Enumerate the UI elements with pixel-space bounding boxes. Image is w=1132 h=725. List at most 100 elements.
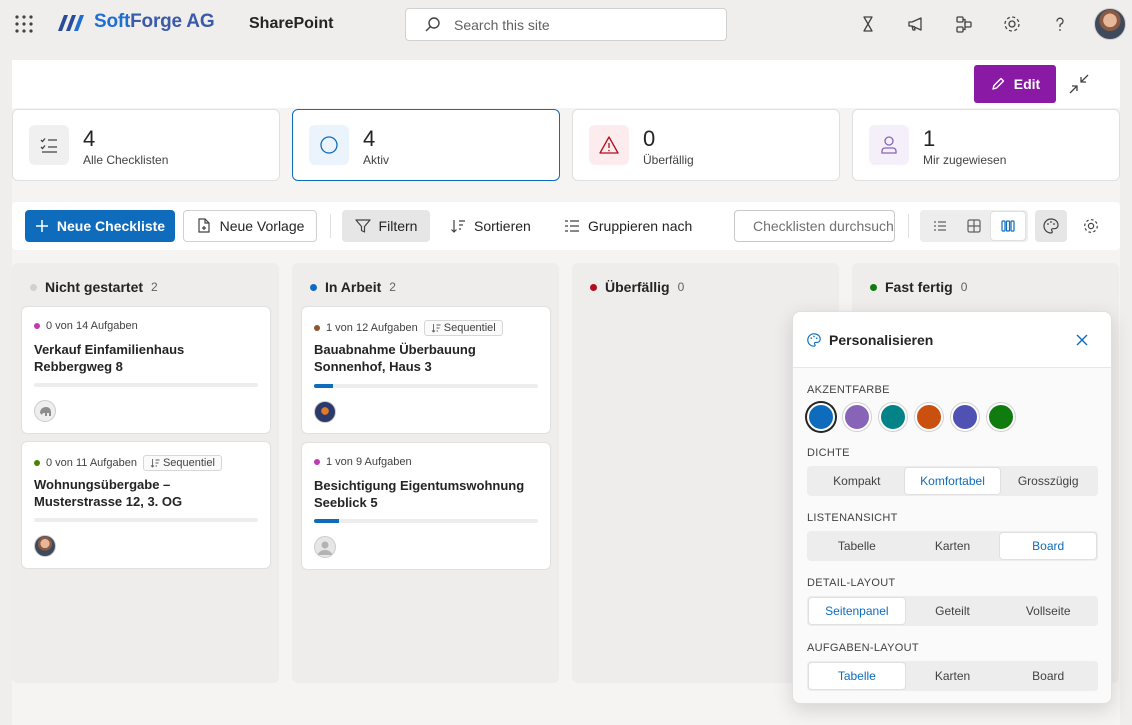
stat-label: Mir zugewiesen [923,153,1007,167]
filter-icon [354,219,371,233]
help-icon[interactable] [1048,12,1072,36]
grid-view-icon[interactable] [957,212,991,240]
board-view-icon[interactable] [991,212,1025,240]
task-count: 0 von 11 Aufgaben [46,457,137,469]
stat-active[interactable]: 4 Aktiv [292,109,560,181]
checklist-card[interactable]: 1 von 9 Aufgaben Besichtigung Eigentumsw… [301,442,551,570]
group-by-button[interactable]: Gruppieren nach [564,210,714,242]
sequential-badge: Sequentiel [423,320,503,336]
assignee-avatar[interactable] [314,401,336,423]
board-column-in-progress: In Arbeit 2 1 von 12 Aufgaben Sequentiel… [292,263,559,683]
progress-bar [314,519,538,523]
card-title: Verkauf Einfamilienhaus Rebbergweg 8 [34,342,185,374]
logo-text-suffix: Forge AG [130,11,215,32]
task-layout-board[interactable]: Board [1000,663,1096,689]
palette-icon [1043,218,1059,234]
list-view-board[interactable]: Board [1000,533,1097,559]
column-header: Überfällig 0 [590,279,684,295]
column-count: 2 [151,280,158,294]
list-view-table[interactable]: Tabelle [809,533,905,559]
sort-button[interactable]: Sortieren [450,210,550,242]
task-layout-cards[interactable]: Karten [905,663,1001,689]
assignee-avatar[interactable] [34,535,56,557]
app-launcher-icon[interactable] [14,14,34,34]
density-spacious[interactable]: Grosszügig [1000,468,1096,494]
sort-icon [150,459,160,468]
board-column-not-started: Nicht gestartet 2 0 von 14 Aufgaben Verk… [12,263,279,683]
column-title: In Arbeit [325,279,382,295]
category-dot [314,459,320,465]
app-name[interactable]: SharePoint [249,15,333,33]
column-count: 0 [960,280,968,294]
edit-button[interactable]: Edit [974,65,1056,103]
task-layout-table[interactable]: Tabelle [809,663,905,689]
detail-layout-split[interactable]: Geteilt [905,598,1001,624]
accent-swatch-purple[interactable] [843,403,871,431]
list-view-icon[interactable] [923,212,957,240]
card-meta: 1 von 12 Aufgaben Sequentiel [314,320,503,336]
list-view-cards[interactable]: Karten [905,533,1001,559]
close-icon[interactable] [1074,332,1090,348]
assignee-avatar[interactable] [34,400,56,422]
assignee-avatar[interactable] [314,536,336,558]
checklist-search-input[interactable]: Checklisten durchsuchen [734,210,895,242]
view-switcher [920,210,1028,242]
progress-bar [314,384,538,388]
category-dot [314,325,320,331]
stat-value: 1 [923,126,936,151]
task-count: 1 von 9 Aufgaben [326,456,412,468]
sort-label: Sortieren [474,218,531,234]
checklist-card[interactable]: 0 von 11 Aufgaben Sequentiel Wohnungsübe… [21,441,271,569]
gear-icon [1084,219,1098,233]
stat-all-checklists[interactable]: 4 Alle Checklisten [12,109,280,181]
list-view-switcher: Tabelle Karten Board [807,531,1098,561]
detail-layout-switcher: Seitenpanel Geteilt Vollseite [807,596,1098,626]
gear-icon[interactable] [1000,12,1024,36]
accent-swatch-blue[interactable] [807,403,835,431]
accent-swatch-indigo[interactable] [951,403,979,431]
new-template-button[interactable]: Neue Vorlage [183,210,317,242]
new-checklist-button[interactable]: Neue Checkliste [25,210,175,242]
density-comfortable[interactable]: Komfortabel [904,468,1001,494]
person-icon [869,125,909,165]
checklist-icon [29,125,69,165]
sort-icon [451,220,465,233]
progress-fill [314,519,339,523]
stat-label: Aktiv [363,153,390,167]
toolbar-divider [908,214,909,238]
company-logo[interactable]: SoftForge AG [56,11,215,33]
stat-assigned-to-me[interactable]: 1 Mir zugewiesen [852,109,1120,181]
site-search-input[interactable]: Search this site [405,8,727,41]
progress-bar [34,518,258,522]
document-add-icon [197,218,210,233]
card-title: Besichtigung Eigentumswohnung Seeblick 5 [314,478,525,510]
checklist-card[interactable]: 0 von 14 Aufgaben Verkauf Einfamilienhau… [21,306,271,434]
checklist-card[interactable]: 1 von 12 Aufgaben Sequentiel Bauabnahme … [301,306,551,434]
task-layout-label: AUFGABEN-LAYOUT [807,642,919,654]
user-avatar[interactable] [1094,8,1126,40]
megaphone-icon[interactable] [904,12,928,36]
settings-button[interactable] [1075,210,1107,242]
accent-swatch-teal[interactable] [879,403,907,431]
accent-color-picker [807,403,1015,431]
density-switcher: Kompakt Komfortabel Grosszügig [807,466,1098,496]
accent-swatch-green[interactable] [987,403,1015,431]
filter-button[interactable]: Filtern [342,210,430,242]
panel-title: Personalisieren [829,332,934,348]
stat-value: 4 [363,126,376,151]
accent-color-label: AKZENTFARBE [807,384,890,396]
density-compact[interactable]: Kompakt [809,468,905,494]
detail-layout-full-page[interactable]: Vollseite [1000,598,1096,624]
accent-swatch-orange[interactable] [915,403,943,431]
palette-button[interactable] [1035,210,1067,242]
copilot-icon[interactable] [856,12,880,36]
share-icon[interactable] [952,12,976,36]
stat-overdue[interactable]: 0 Überfällig [572,109,840,181]
detail-layout-side-panel[interactable]: Seitenpanel [809,598,905,624]
category-dot [34,323,40,329]
sequential-label: Sequentiel [443,322,496,334]
collapse-icon[interactable] [1068,73,1090,95]
column-title: Fast fertig [885,279,953,295]
column-count: 2 [389,280,396,294]
person-icon [318,541,332,555]
